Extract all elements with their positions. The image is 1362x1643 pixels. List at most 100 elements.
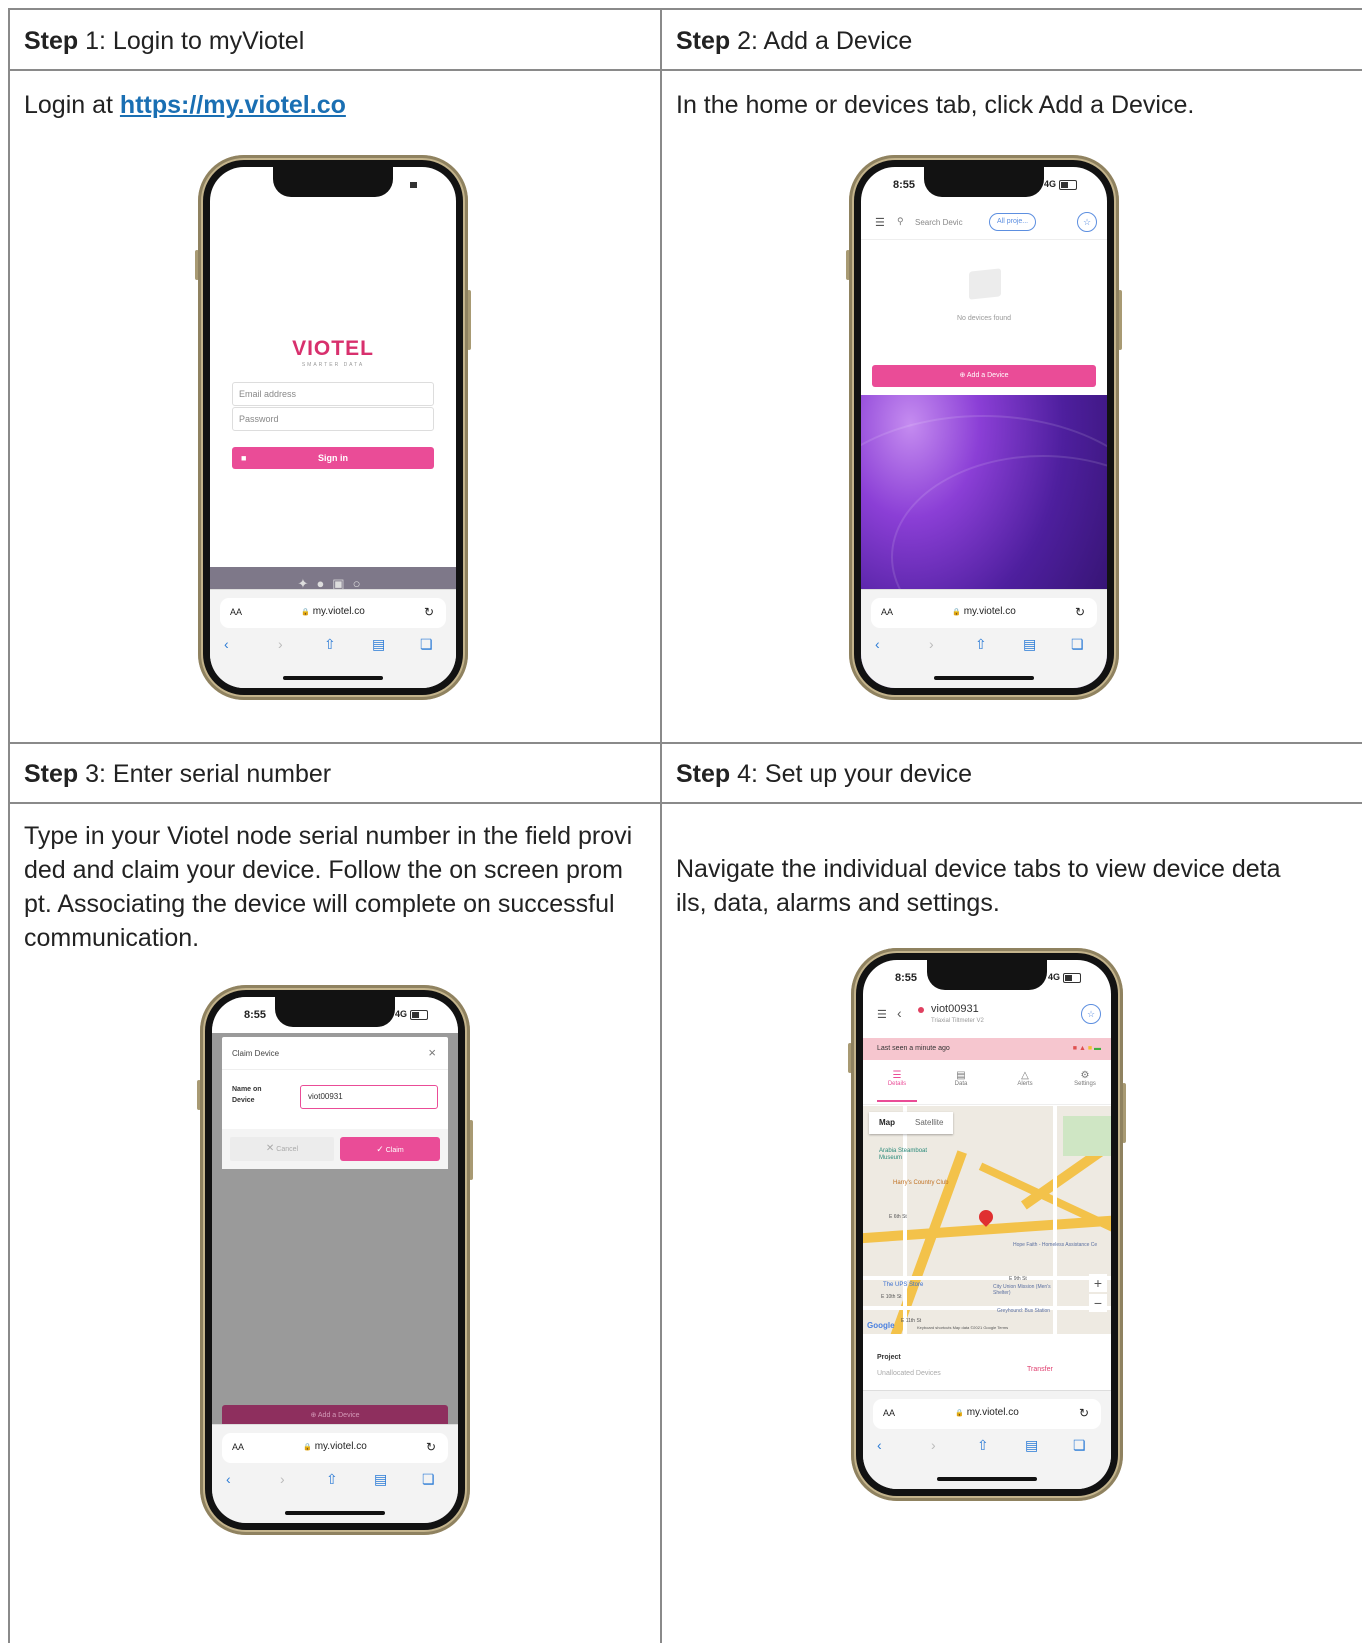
device-name-input[interactable]: viot00931	[300, 1085, 438, 1109]
device-location-map[interactable]: Map Satellite Arabia Steamboat Museum Har…	[863, 1106, 1111, 1334]
tabs-icon[interactable]: ❏	[1071, 636, 1084, 653]
sign-in-button[interactable]: ■ Sign in	[232, 447, 434, 469]
transfer-link[interactable]: Transfer	[1027, 1366, 1053, 1373]
forward-icon[interactable]: ›	[278, 636, 283, 652]
label-line: Device	[232, 1097, 255, 1104]
step-1-description: Login at https://my.viotel.co	[24, 88, 346, 122]
reload-icon[interactable]: ↻	[424, 605, 434, 619]
zoom-in-button[interactable]: +	[1089, 1274, 1107, 1292]
tabs-icon[interactable]: ❏	[422, 1471, 435, 1488]
lock-icon: 🔒	[952, 609, 961, 616]
bookmarks-icon[interactable]: ▤	[1025, 1437, 1038, 1454]
add-device-label: Add a Device	[317, 1412, 360, 1419]
bookmarks-icon[interactable]: ▤	[1023, 636, 1036, 653]
address-bar[interactable]: AA 🔒 my.viotel.co ↻	[873, 1399, 1101, 1429]
back-icon[interactable]: ‹	[224, 636, 229, 652]
close-icon[interactable]: ×	[428, 1045, 436, 1060]
password-placeholder: Password	[239, 414, 279, 424]
share-icon[interactable]: ⇧	[324, 636, 336, 653]
tab-settings[interactable]: ⚙ Settings	[1063, 1070, 1107, 1087]
table-column-divider	[660, 8, 662, 1643]
back-icon[interactable]: ‹	[875, 636, 880, 652]
address-bar[interactable]: AA 🔒 my.viotel.co ↻	[222, 1433, 448, 1463]
dialog-header: Claim Device ×	[222, 1037, 448, 1070]
satellite-button[interactable]: Satellite	[905, 1112, 953, 1134]
map-button[interactable]: Map	[869, 1112, 905, 1134]
forward-icon[interactable]: ›	[280, 1471, 285, 1487]
step-1-text: Login at	[24, 91, 120, 119]
back-icon[interactable]: ‹	[877, 1437, 882, 1453]
status-signal: 4G	[395, 1009, 428, 1020]
check-icon: ✓	[376, 1144, 384, 1154]
status-time: 8:55	[242, 179, 265, 191]
claim-button[interactable]: ✓ Claim	[340, 1137, 440, 1161]
device-header: ☰ ‹ viot00931 Triaxial Tiltmeter V2 ☆	[863, 996, 1111, 1036]
home-indicator	[937, 1477, 1037, 1481]
reload-icon[interactable]: ↻	[426, 1440, 436, 1454]
step-4-description: Navigate the individual device tabs to v…	[676, 852, 1281, 920]
table-row-divider	[8, 69, 1362, 71]
favorite-icon[interactable]: ☆	[1081, 1004, 1101, 1024]
battery-icon	[1059, 179, 1077, 190]
reload-icon[interactable]: ↻	[1079, 1406, 1089, 1420]
email-placeholder: Email address	[239, 389, 297, 399]
add-device-button[interactable]: ⊕ Add a Device	[872, 365, 1096, 387]
zoom-out-button[interactable]: −	[1089, 1294, 1107, 1312]
menu-icon[interactable]: ☰	[875, 216, 885, 229]
status-signal: 4G	[393, 179, 426, 190]
project-label: Project	[877, 1354, 901, 1361]
step-2-description: In the home or devices tab, click Add a …	[676, 91, 1195, 119]
share-icon[interactable]: ⇧	[326, 1471, 338, 1488]
phone-login-screenshot: 8:55 4G VIOTEL SMARTER DATA Email addres…	[195, 155, 471, 700]
url-text: 🔒 my.viotel.co	[871, 606, 1097, 617]
back-icon[interactable]: ‹	[226, 1471, 231, 1487]
address-bar[interactable]: AA 🔒 my.viotel.co ↻	[871, 598, 1097, 628]
phone-screen: 8:55 4G VIOTEL SMARTER DATA Email addres…	[210, 167, 456, 688]
safari-nav-row: ‹ › ⇧ ▤ ❏	[212, 1471, 458, 1493]
favorite-icon[interactable]: ☆	[1077, 212, 1097, 232]
instruction-table: Step 1: Login to myViotel Step 2: Add a …	[0, 0, 1362, 1643]
map-street	[903, 1106, 907, 1334]
reload-icon[interactable]: ↻	[1075, 605, 1085, 619]
home-indicator	[283, 676, 383, 680]
share-icon[interactable]: ⇧	[975, 636, 987, 653]
step-2-title: 2: Add a Device	[730, 27, 913, 55]
url-value: my.viotel.co	[963, 606, 1016, 617]
url-text: 🔒 my.viotel.co	[220, 606, 446, 617]
table-row-divider	[8, 742, 1362, 744]
myviotel-link[interactable]: https://my.viotel.co	[120, 91, 346, 119]
password-field[interactable]: Password	[232, 407, 434, 431]
tab-label: Data	[954, 1081, 968, 1087]
bookmarks-icon[interactable]: ▤	[372, 636, 385, 653]
lock-icon: 🔒	[955, 1410, 964, 1417]
map-attribution: Keyboard shortcuts Map data ©2021 Google…	[917, 1325, 1009, 1330]
share-icon[interactable]: ⇧	[977, 1437, 989, 1454]
safari-toolbar: AA 🔒 my.viotel.co ↻ ‹ › ⇧ ▤ ❏	[861, 589, 1107, 688]
lock-icon: 🔒	[301, 609, 310, 616]
tabs-icon[interactable]: ❏	[1073, 1437, 1086, 1454]
forward-icon[interactable]: ›	[931, 1437, 936, 1453]
tab-details[interactable]: ☰ Details	[877, 1070, 917, 1102]
bookmarks-icon[interactable]: ▤	[374, 1471, 387, 1488]
step-3-text-line: ded and claim your device. Follow the on…	[24, 856, 623, 884]
tab-data[interactable]: ▤ Data	[941, 1070, 981, 1087]
last-seen-text: Last seen a minute ago	[877, 1045, 950, 1052]
address-bar[interactable]: AA 🔒 my.viotel.co ↻	[220, 598, 446, 628]
last-seen-banner: Last seen a minute ago ■ ▲ ■ ▬	[863, 1038, 1111, 1060]
tabs-icon[interactable]: ❏	[420, 636, 433, 653]
back-arrow-icon[interactable]: ‹	[897, 1005, 902, 1021]
signal-label: 4G	[392, 179, 405, 189]
search-input[interactable]: Search Devic	[915, 218, 963, 227]
email-field[interactable]: Email address	[232, 382, 434, 406]
tab-alerts[interactable]: △ Alerts	[1005, 1070, 1045, 1087]
projects-chip[interactable]: All proje...	[989, 213, 1037, 231]
map-park	[1063, 1116, 1111, 1156]
no-devices-message: No devices found	[956, 315, 1012, 322]
google-logo: Google	[867, 1321, 895, 1330]
table-border-left	[8, 8, 10, 1643]
forward-icon[interactable]: ›	[929, 636, 934, 652]
step-4-header: Step 4: Set up your device	[676, 760, 972, 789]
cancel-button[interactable]: ✕ Cancel	[230, 1137, 334, 1161]
map-label: E 11th St	[901, 1318, 922, 1324]
menu-icon[interactable]: ☰	[877, 1008, 887, 1021]
